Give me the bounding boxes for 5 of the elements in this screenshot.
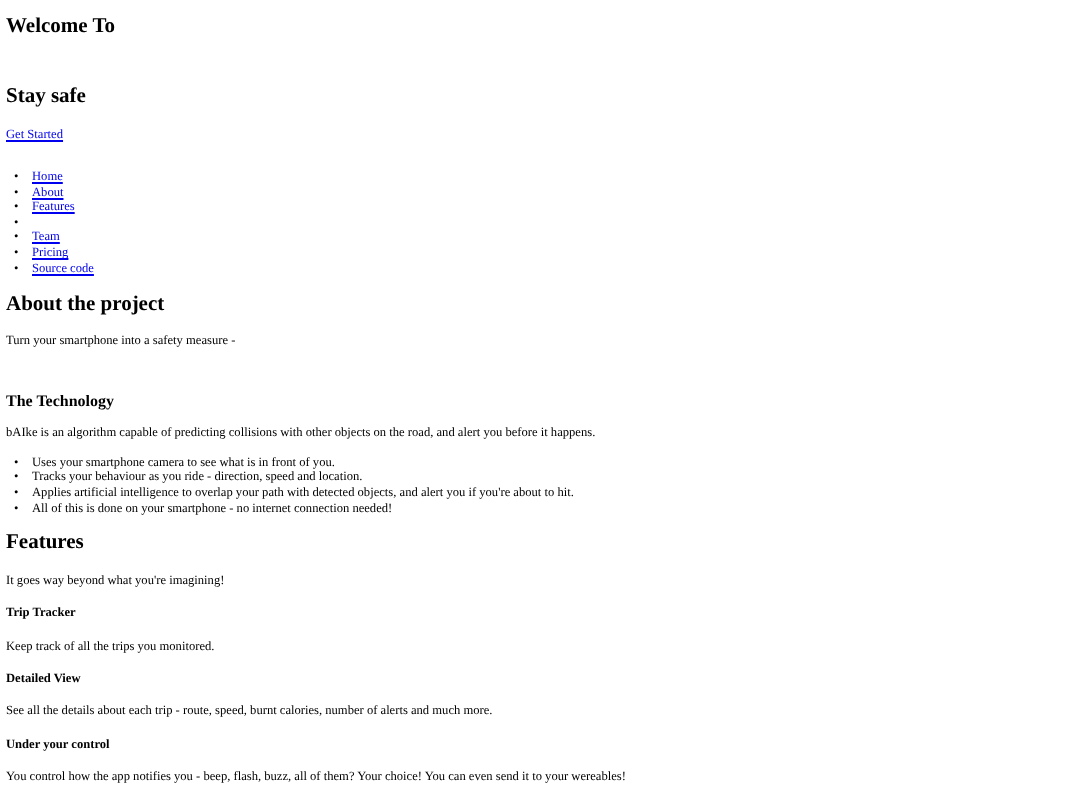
- section-heading: Features: [6, 531, 84, 556]
- subsection-heading: The Technology: [6, 391, 115, 411]
- section-heading: About the project: [6, 293, 165, 318]
- hero-subtitle: Stay safe: [6, 86, 86, 110]
- hero-title: Welcome To: [6, 16, 116, 40]
